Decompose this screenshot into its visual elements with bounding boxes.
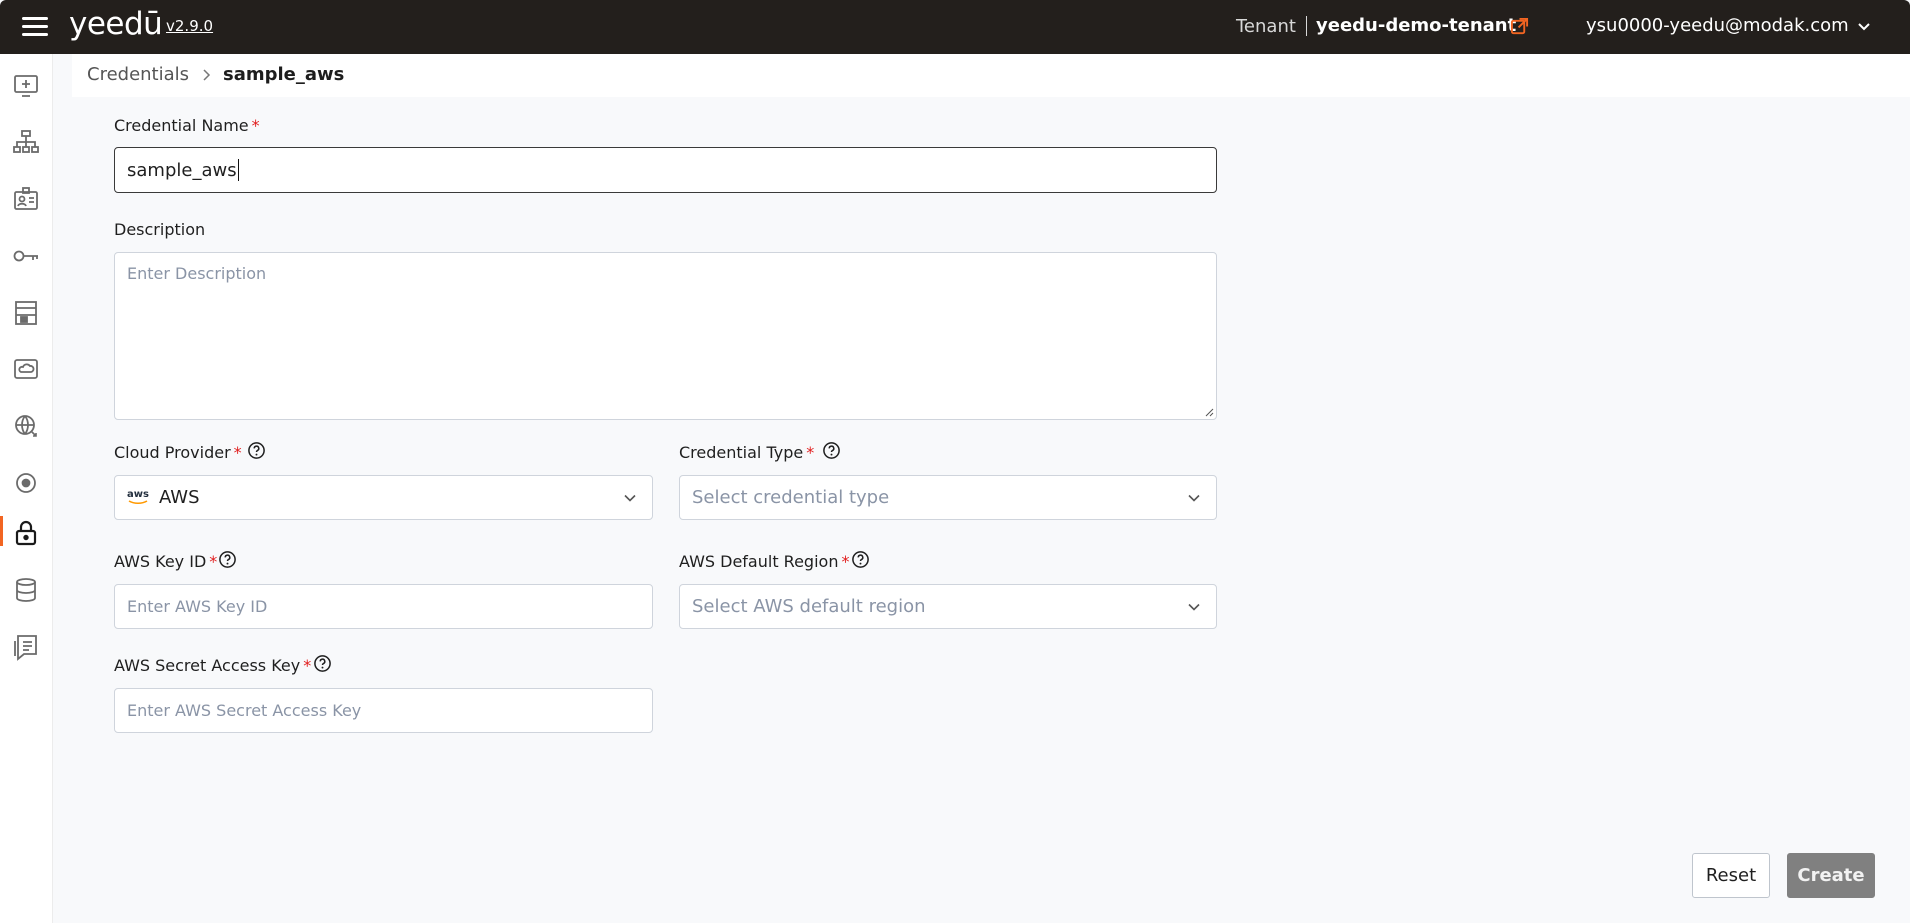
description-placeholder: Enter Description (127, 264, 267, 283)
tenant-name: yeedu-demo-tenant (1316, 15, 1517, 36)
required-marker: * (233, 443, 242, 462)
breadcrumb: Credentials sample_aws (72, 54, 1910, 97)
credential-type-label: Credential Type * (679, 443, 814, 462)
required-marker: * (841, 552, 850, 571)
aws-default-region-label-text: AWS Default Region (679, 552, 839, 571)
description-textarea[interactable]: Enter Description (114, 252, 1217, 420)
cloud-provider-label-text: Cloud Provider (114, 443, 231, 462)
required-marker: * (251, 116, 260, 135)
help-icon[interactable] (822, 441, 841, 460)
aws-secret-access-key-placeholder: Enter AWS Secret Access Key (127, 701, 362, 720)
breadcrumb-current: sample_aws (223, 64, 345, 85)
aws-key-id-placeholder: Enter AWS Key ID (127, 597, 268, 616)
app-logo[interactable]: yeedū (69, 6, 163, 42)
help-icon[interactable] (313, 654, 332, 673)
required-marker: * (303, 656, 312, 675)
resize-handle-icon[interactable] (1204, 407, 1214, 417)
help-icon[interactable] (851, 550, 870, 569)
cloud-provider-value: AWS (158, 487, 200, 508)
required-marker: * (209, 552, 218, 571)
id-badge-icon (14, 187, 38, 210)
sidebar-item-hierarchy[interactable] (11, 127, 41, 157)
aws-key-id-label-text: AWS Key ID (114, 552, 207, 571)
cloud-icon (14, 359, 38, 379)
aws-key-id-input[interactable]: Enter AWS Key ID (114, 584, 653, 629)
add-workspace-icon (14, 75, 38, 97)
sidebar-item-targets[interactable] (11, 468, 41, 498)
database-icon (16, 578, 36, 602)
create-button[interactable]: Create (1787, 853, 1875, 898)
chevron-down-icon (1188, 603, 1200, 611)
credential-type-label-text: Credential Type (679, 443, 804, 462)
aws-secret-access-key-label-text: AWS Secret Access Key (114, 656, 301, 675)
user-menu[interactable]: ysu0000-yeedu@modak.com (1586, 15, 1849, 36)
top-bar: yeedū v2.9.0 Tenant yeedu-demo-tenant ys… (0, 0, 1910, 54)
sidebar-item-billing[interactable] (11, 632, 41, 662)
active-indicator (0, 516, 3, 546)
credential-type-select[interactable]: Select credential type (679, 475, 1217, 520)
cloud-provider-label: Cloud Provider * (114, 443, 242, 462)
aws-logo-icon: aws (127, 490, 149, 505)
globe-icon (15, 415, 37, 437)
sidebar-item-users[interactable] (11, 184, 41, 214)
version-link[interactable]: v2.9.0 (166, 17, 213, 35)
credential-name-input[interactable]: sample_aws (114, 147, 1217, 193)
receipt-icon (14, 635, 37, 661)
credential-name-label-text: Credential Name (114, 116, 249, 135)
key-icon (13, 250, 38, 262)
sidebar-item-keys[interactable] (11, 241, 41, 271)
aws-secret-access-key-input[interactable]: Enter AWS Secret Access Key (114, 688, 653, 733)
credential-name-label: Credential Name * (114, 116, 260, 135)
required-marker: * (806, 443, 815, 462)
tenant-label: Tenant (1236, 16, 1296, 37)
building-icon (15, 301, 37, 325)
reset-button[interactable]: Reset (1692, 853, 1770, 898)
lock-icon (15, 520, 37, 546)
aws-default-region-label: AWS Default Region * (679, 552, 849, 571)
sidebar-item-credentials[interactable] (11, 518, 41, 548)
chevron-down-icon (624, 494, 636, 502)
sidebar-item-network[interactable] (11, 411, 41, 441)
sidebar-item-infrastructure[interactable] (11, 298, 41, 328)
aws-default-region-select[interactable]: Select AWS default region (679, 584, 1217, 629)
description-label: Description (114, 220, 206, 239)
tenant-divider (1306, 16, 1307, 36)
menu-icon[interactable] (22, 17, 48, 37)
org-chart-icon (13, 130, 39, 153)
help-icon[interactable] (247, 441, 266, 460)
chevron-down-icon (1188, 494, 1200, 502)
aws-secret-access-key-label: AWS Secret Access Key * (114, 656, 311, 675)
text-cursor (237, 159, 239, 181)
sidebar-item-cloud[interactable] (11, 354, 41, 384)
aws-logo-text: aws (127, 489, 149, 500)
credential-name-value: sample_aws (127, 159, 237, 181)
target-icon (16, 473, 36, 493)
sidebar-item-database[interactable] (11, 575, 41, 605)
aws-key-id-label: AWS Key ID * (114, 552, 217, 571)
credential-type-placeholder: Select credential type (692, 487, 890, 508)
chevron-down-icon[interactable] (1856, 19, 1872, 35)
aws-default-region-placeholder: Select AWS default region (692, 596, 926, 617)
cloud-provider-select[interactable]: aws AWS (114, 475, 653, 520)
aws-smile-icon (128, 500, 148, 505)
sidebar (0, 54, 53, 923)
help-icon[interactable] (218, 550, 237, 569)
breadcrumb-credentials-link[interactable]: Credentials (87, 64, 189, 85)
external-link-icon[interactable] (1510, 17, 1529, 36)
chevron-right-icon (203, 69, 211, 81)
sidebar-item-workspaces[interactable] (11, 71, 41, 101)
